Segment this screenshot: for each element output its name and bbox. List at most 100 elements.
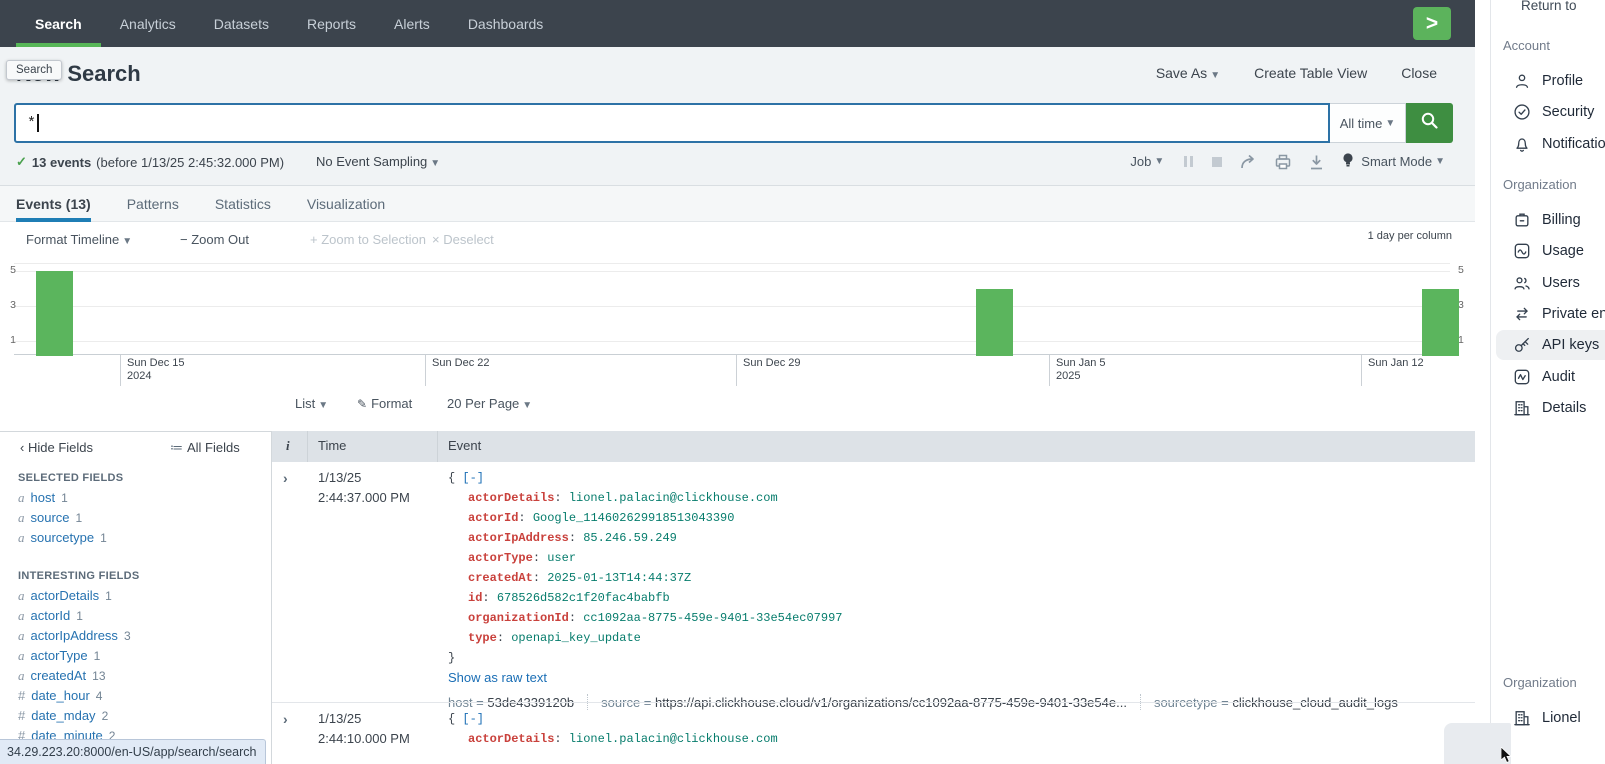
json-key[interactable]: actorDetails (468, 491, 554, 505)
print-icon[interactable] (1275, 154, 1291, 170)
zoom-out-button[interactable]: − Zoom Out (180, 232, 249, 247)
close-button[interactable]: Close (1401, 65, 1437, 81)
json-value[interactable]: lionel.palacin@clickhouse.com (569, 491, 778, 505)
text-cursor (37, 114, 39, 132)
cloud-menu-item-lionel[interactable]: Lionel (1496, 703, 1605, 733)
result-tabs: Events (13) Patterns Statistics Visualizati… (0, 185, 1475, 222)
zoom-to-selection-button[interactable]: + Zoom to Selection (310, 232, 426, 247)
pause-job-icon[interactable] (1182, 156, 1194, 167)
json-key[interactable]: type (468, 631, 497, 645)
field-type-glyph: a (18, 588, 25, 603)
field-item-actorIpAddress[interactable]: aactorIpAddress3 (18, 628, 131, 644)
cloud-menu-item-profile[interactable]: Profile (1496, 66, 1605, 96)
timeline-bar-dec-13-2024[interactable] (36, 271, 73, 356)
nav-item-dashboards[interactable]: Dashboards (449, 0, 563, 47)
cloud-settings-panel: Return to AccountProfileSecurityNotifica… (1490, 0, 1605, 764)
json-value[interactable]: cc1092aa-8775-459e-9401-33e54ec07997 (583, 611, 842, 625)
json-key[interactable]: organizationId (468, 611, 569, 625)
json-key[interactable]: actorId (468, 511, 518, 525)
search-input[interactable]: * (14, 103, 1330, 143)
nav-item-analytics[interactable]: Analytics (101, 0, 195, 47)
chevron-down-icon: ▼ (318, 400, 328, 411)
json-key[interactable]: actorIpAddress (468, 531, 569, 545)
splunk-topnav: SearchAnalyticsDatasetsReportsAlertsDash… (0, 0, 1475, 47)
event-sampling-dropdown[interactable]: No Event Sampling▼ (316, 154, 440, 169)
create-table-view-button[interactable]: Create Table View (1254, 65, 1367, 81)
json-value[interactable]: 2025-01-13T14:44:37Z (547, 571, 691, 585)
timeline-bar-jan-3-2025[interactable] (976, 289, 1013, 357)
save-as-button[interactable]: Save As▼ (1156, 65, 1220, 81)
nav-item-datasets[interactable]: Datasets (195, 0, 288, 47)
json-value[interactable]: 85.246.59.249 (583, 531, 677, 545)
nav-item-search[interactable]: Search (16, 0, 101, 47)
search-tooltip: Search (6, 60, 62, 80)
field-item-date_hour[interactable]: #date_hour4 (18, 688, 102, 703)
cloud-menu-item-notifications[interactable]: Notifications (1496, 129, 1605, 159)
field-item-actorDetails[interactable]: aactorDetails1 (18, 588, 112, 604)
hide-fields-button[interactable]: ‹ Hide Fields (20, 440, 93, 455)
tab-statistics[interactable]: Statistics (215, 186, 271, 221)
time-range-picker[interactable]: All time▼ (1330, 103, 1406, 143)
export-icon[interactable] (1309, 154, 1324, 170)
field-item-actorType[interactable]: aactorType1 (18, 648, 100, 664)
chevron-down-icon: ▼ (1210, 70, 1220, 81)
field-item-sourcetype[interactable]: asourcetype1 (18, 530, 107, 546)
key-icon (1512, 335, 1532, 355)
column-header-time[interactable]: Time (318, 438, 346, 453)
field-item-createdAt[interactable]: acreatedAt13 (18, 668, 106, 684)
pencil-icon: ✎ (357, 397, 367, 411)
json-value[interactable]: 678526d582c1f20fac4babfb (497, 591, 670, 605)
nav-item-reports[interactable]: Reports (288, 0, 375, 47)
cloud-menu-item-api-keys[interactable]: API keys (1496, 330, 1605, 360)
per-page-dropdown[interactable]: 20 Per Page▼ (447, 396, 532, 411)
json-collapse-toggle[interactable]: [-] (462, 712, 484, 726)
tab-events-13-[interactable]: Events (13) (16, 186, 91, 221)
field-item-actorId[interactable]: aactorId1 (18, 608, 83, 624)
format-timeline-dropdown[interactable]: Format Timeline▼ (26, 232, 132, 247)
cloud-menu-item-private-endpoints[interactable]: Private endpoints (1496, 299, 1605, 329)
list-type-dropdown[interactable]: List▼ (295, 396, 328, 411)
cloud-menu-item-users[interactable]: Users (1496, 268, 1605, 298)
column-header-info[interactable]: i (286, 438, 290, 454)
share-job-icon[interactable] (1240, 154, 1257, 170)
timeline-bar-jan-13-2025[interactable] (1422, 289, 1459, 357)
json-value[interactable]: openapi_key_update (511, 631, 641, 645)
y-axis-tick-label: 1 (1458, 334, 1472, 346)
all-fields-button[interactable]: ≔All Fields (170, 440, 240, 456)
return-to-link[interactable]: Return to (1521, 0, 1577, 13)
smart-mode-dropdown[interactable]: Smart Mode▼ (1342, 152, 1445, 171)
search-button[interactable] (1406, 103, 1453, 143)
cloud-menu-item-usage[interactable]: Usage (1496, 236, 1605, 266)
json-key[interactable]: actorType (468, 551, 533, 565)
tab-visualization[interactable]: Visualization (307, 186, 385, 221)
nav-item-alerts[interactable]: Alerts (375, 0, 449, 47)
field-item-source[interactable]: asource1 (18, 510, 82, 526)
cloud-menu-item-billing[interactable]: Billing (1496, 205, 1605, 235)
bulb-icon (1342, 152, 1354, 171)
expand-event-chevron-icon[interactable]: › (283, 711, 288, 727)
shield-check-icon (1512, 102, 1532, 122)
stop-job-icon[interactable] (1212, 157, 1222, 167)
json-value[interactable]: Google_114602629918513043390 (533, 511, 735, 525)
json-value[interactable]: user (547, 551, 576, 565)
json-key[interactable]: id (468, 591, 482, 605)
splunk-logo[interactable]: > (1413, 7, 1451, 40)
json-value[interactable]: lionel.palacin@clickhouse.com (569, 732, 778, 746)
json-key[interactable]: createdAt (468, 571, 533, 585)
json-collapse-toggle[interactable]: [-] (462, 471, 484, 485)
deselect-button[interactable]: × Deselect (432, 232, 494, 247)
cloud-menu-item-security[interactable]: Security (1496, 97, 1605, 127)
json-key[interactable]: actorDetails (468, 732, 554, 746)
y-axis-tick-label: 5 (1458, 264, 1472, 276)
format-results-button[interactable]: ✎Format (357, 396, 412, 411)
field-item-host[interactable]: ahost1 (18, 490, 68, 506)
job-menu-button[interactable]: Job▼ (1130, 154, 1164, 169)
cloud-menu-item-audit[interactable]: Audit (1496, 362, 1605, 392)
column-header-event[interactable]: Event (448, 438, 481, 453)
field-item-date_mday[interactable]: #date_mday2 (18, 708, 108, 723)
cloud-menu-item-details[interactable]: Details (1496, 393, 1605, 423)
expand-event-chevron-icon[interactable]: › (283, 470, 288, 486)
show-raw-text-link[interactable]: Show as raw text (448, 668, 1398, 687)
events-summary: ✓ 13 events (before 1/13/25 2:45:32.000 … (16, 154, 284, 170)
tab-patterns[interactable]: Patterns (127, 186, 179, 221)
